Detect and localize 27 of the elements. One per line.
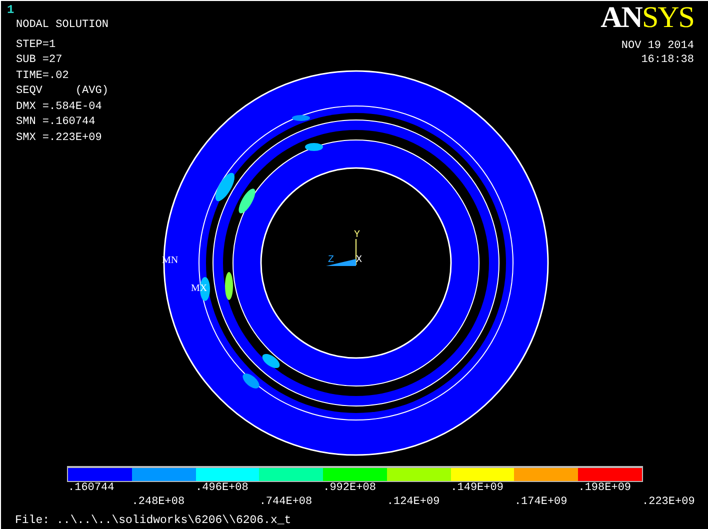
legend-value: .223E+09 [642, 496, 695, 508]
result-info-line: DMX =.584E-04 [16, 100, 103, 114]
legend-value: .496E+08 [196, 482, 248, 494]
result-info-line: SMX =.223E+09 [16, 130, 103, 146]
result-info-line: STEP=1 [16, 38, 57, 52]
result-info-line: SUB =27 [16, 53, 64, 68]
axis-triad-drawing [326, 238, 356, 266]
legend-value: .744E+08 [259, 496, 312, 508]
legend-value: .992E+08 [323, 482, 376, 494]
z-axis-label: Z [328, 255, 334, 266]
result-info-line: TIME=.02 [16, 68, 70, 84]
file-path: ..\..\..\solidworks\6206\\6206.x_t [56, 514, 292, 527]
window-number: 1 [7, 3, 14, 17]
file-label: File: [15, 514, 50, 527]
plot-title: NODAL SOLUTION [16, 18, 108, 33]
time-text: 16:18:38 [641, 53, 694, 67]
legend-value: .124E+09 [386, 496, 440, 508]
legend-value: .198E+09 [578, 482, 632, 494]
legend-value: .160744 [68, 482, 114, 494]
result-info-line: SMN =.160744 [16, 115, 96, 130]
legend-value: .174E+09 [514, 496, 568, 508]
y-axis-label: Y [354, 230, 360, 241]
result-info-line: SEQV (AVG) [16, 84, 108, 99]
date-text: NOV 19 2014 [621, 39, 694, 53]
legend-value: .149E+09 [450, 482, 504, 494]
legend-value: .248E+08 [132, 496, 185, 508]
logo: ANSYS [600, 5, 694, 31]
